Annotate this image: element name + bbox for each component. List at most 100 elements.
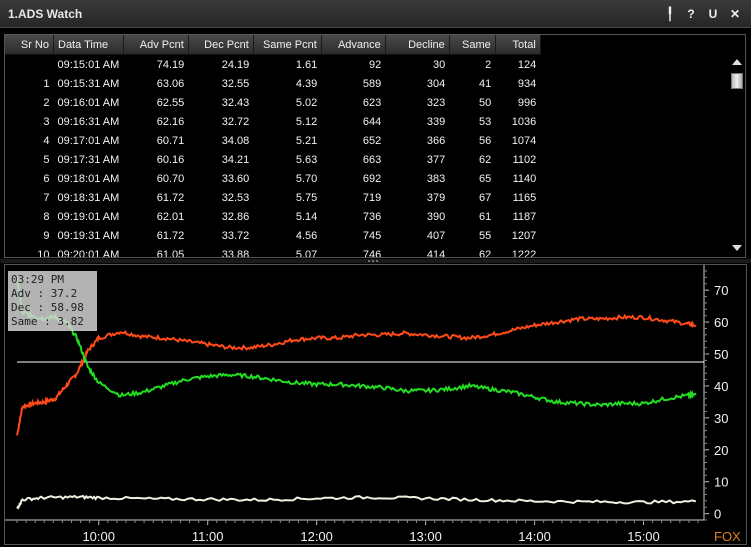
table-cell: 4.56 <box>295 229 318 242</box>
ads-chart-panel[interactable]: 0 10 20 30 40 50 60 70 10:00 11:00 12:00 13:00 14:00… <box>4 264 747 545</box>
table-cell: 589 <box>362 77 382 90</box>
table-cell: 1222 <box>511 248 537 258</box>
table-cell: 61.05 <box>156 248 185 258</box>
column-header-same-pcnt[interactable]: Same Pcnt <box>253 35 322 55</box>
table-cell: 692 <box>362 172 382 185</box>
table-row[interactable]: 10 09:20:01 AM 61.05 33.88 5.07 746 414 62 1222 <box>5 245 540 258</box>
table-row[interactable]: 2 09:16:01 AM 62.55 32.43 5.02 623 323 50 996 <box>5 93 540 112</box>
ads-table: Sr No Data Time Adv Pcnt Dec Pcnt Same P… <box>5 35 541 258</box>
table-cell: 1 <box>43 77 50 90</box>
y-tick-label: 60 <box>714 315 728 330</box>
table-cell: 383 <box>426 172 446 185</box>
table-cell: 63.06 <box>156 77 185 90</box>
table-cell: 390 <box>426 210 446 223</box>
table-cell: 934 <box>517 77 537 90</box>
table-cell: 4 <box>43 134 50 147</box>
table-cell: 1165 <box>512 191 537 204</box>
table-cell: 32.53 <box>221 191 250 204</box>
table-cell: 5.75 <box>295 191 318 204</box>
table-cell: 5.70 <box>295 172 318 185</box>
table-cell: 2 <box>485 58 492 71</box>
table-row[interactable]: 3 09:16:31 AM 62.16 32.72 5.12 644 339 53 1036 <box>5 112 540 131</box>
panel-splitter[interactable] <box>0 259 751 263</box>
table-row[interactable]: 8 09:19:01 AM 62.01 32.86 5.14 736 390 61 1187 <box>5 207 540 226</box>
table-cell: 1036 <box>511 115 537 128</box>
column-header-sr-no[interactable]: Sr No <box>5 35 54 55</box>
ads-chart[interactable]: 0 10 20 30 40 50 60 70 10:00 11:00 12:00 13:00 14:00… <box>5 265 746 544</box>
table-cell: 5.21 <box>295 134 318 147</box>
table-cell: 09:18:01 AM <box>57 172 120 185</box>
table-cell: 1.61 <box>295 58 318 71</box>
x-tick-label: 15:00 <box>627 529 660 544</box>
series-line-advance <box>16 276 697 408</box>
tooltip-dec: Dec : 58.98 <box>11 301 84 314</box>
table-row[interactable]: 5 09:17:31 AM 60.16 34.21 5.63 663 377 62 1102 <box>5 150 540 169</box>
table-cell: 6 <box>43 172 50 185</box>
scroll-down-arrow-icon[interactable] <box>732 245 742 251</box>
ads-data-grid: Sr No Data Time Adv Pcnt Dec Pcnt Same P… <box>4 34 746 258</box>
y-tick-label: 50 <box>714 347 728 362</box>
scroll-up-arrow-icon[interactable] <box>732 59 742 65</box>
table-cell: 62 <box>479 153 492 166</box>
table-cell: 32.86 <box>221 210 250 223</box>
scrollbar-thumb[interactable] <box>731 73 743 89</box>
table-cell: 736 <box>362 210 382 223</box>
vertical-scrollbar[interactable] <box>729 35 745 257</box>
y-tick-label: 0 <box>714 507 721 522</box>
table-row[interactable]: 09:15:01 AM 74.19 24.19 1.61 92 30 2 124 <box>5 55 540 75</box>
table-cell: 996 <box>517 96 537 109</box>
table-cell: 719 <box>362 191 382 204</box>
table-cell: 379 <box>426 191 446 204</box>
column-header-dec-pcnt[interactable]: Dec Pcnt <box>188 35 254 55</box>
table-cell: 34.21 <box>221 153 250 166</box>
undock-icon[interactable]: U <box>705 5 721 23</box>
table-cell: 62.16 <box>156 115 185 128</box>
table-cell: 377 <box>426 153 446 166</box>
column-header-same[interactable]: Same <box>449 35 496 55</box>
table-cell: 62.55 <box>156 96 185 109</box>
table-cell: 3 <box>43 115 50 128</box>
table-cell: 2 <box>43 96 50 109</box>
table-cell: 644 <box>362 115 382 128</box>
splitter-grip-icon <box>368 260 378 262</box>
table-cell: 24.19 <box>221 58 250 71</box>
table-row[interactable]: 6 09:18:01 AM 60.70 33.60 5.70 692 383 65 1140 <box>5 169 540 188</box>
table-cell: 33.60 <box>221 172 250 185</box>
x-tick-label: 12:00 <box>300 529 333 544</box>
column-header-total[interactable]: Total <box>495 35 541 55</box>
table-row[interactable]: 1 09:15:31 AM 63.06 32.55 4.39 589 304 41 934 <box>5 74 540 93</box>
table-row[interactable]: 9 09:19:31 AM 61.72 33.72 4.56 745 407 55 1207 <box>5 226 540 245</box>
column-header-advance[interactable]: Advance <box>321 35 386 55</box>
tooltip-same: Same : 3.82 <box>11 315 84 328</box>
table-cell: 09:19:01 AM <box>57 210 120 223</box>
table-cell: 5.12 <box>295 115 318 128</box>
column-header-data-time[interactable]: Data Time <box>53 35 124 55</box>
table-row[interactable]: 7 09:18:31 AM 61.72 32.53 5.75 719 379 67 1165 <box>5 188 540 207</box>
table-cell: 32.55 <box>221 77 250 90</box>
table-cell: 8 <box>43 210 50 223</box>
close-icon[interactable]: ✕ <box>727 5 743 23</box>
table-cell: 1074 <box>511 134 537 147</box>
table-cell: 10 <box>37 248 50 258</box>
table-cell: 366 <box>426 134 446 147</box>
table-cell: 09:20:01 AM <box>57 248 120 258</box>
table-cell: 62.01 <box>156 210 185 223</box>
table-cell: 60.71 <box>156 134 185 147</box>
table-cell: 1140 <box>512 172 537 185</box>
column-header-decline[interactable]: Decline <box>385 35 450 55</box>
table-row[interactable]: 4 09:17:01 AM 60.71 34.08 5.21 652 366 56 1074 <box>5 131 540 150</box>
table-cell: 09:15:31 AM <box>57 77 120 90</box>
table-header-row: Sr No Data Time Adv Pcnt Dec Pcnt Same P… <box>5 35 541 55</box>
table-cell: 407 <box>426 229 446 242</box>
pin-icon[interactable]: ╿ <box>662 5 678 23</box>
column-header-adv-pcnt[interactable]: Adv Pcnt <box>123 35 189 55</box>
series-line-decline <box>16 313 697 436</box>
table-body: 09:15:01 AM 74.19 24.19 1.61 92 30 2 124 1 09:15:… <box>5 55 540 258</box>
table-cell: 5.14 <box>295 210 318 223</box>
table-cell: 414 <box>426 248 446 258</box>
x-tick-label: 13:00 <box>409 529 442 544</box>
window-titlebar: 1.ADS Watch ╿ ? U ✕ <box>0 0 751 28</box>
table-cell: 4.39 <box>295 77 318 90</box>
help-icon[interactable]: ? <box>683 5 699 23</box>
table-cell: 55 <box>479 229 492 242</box>
